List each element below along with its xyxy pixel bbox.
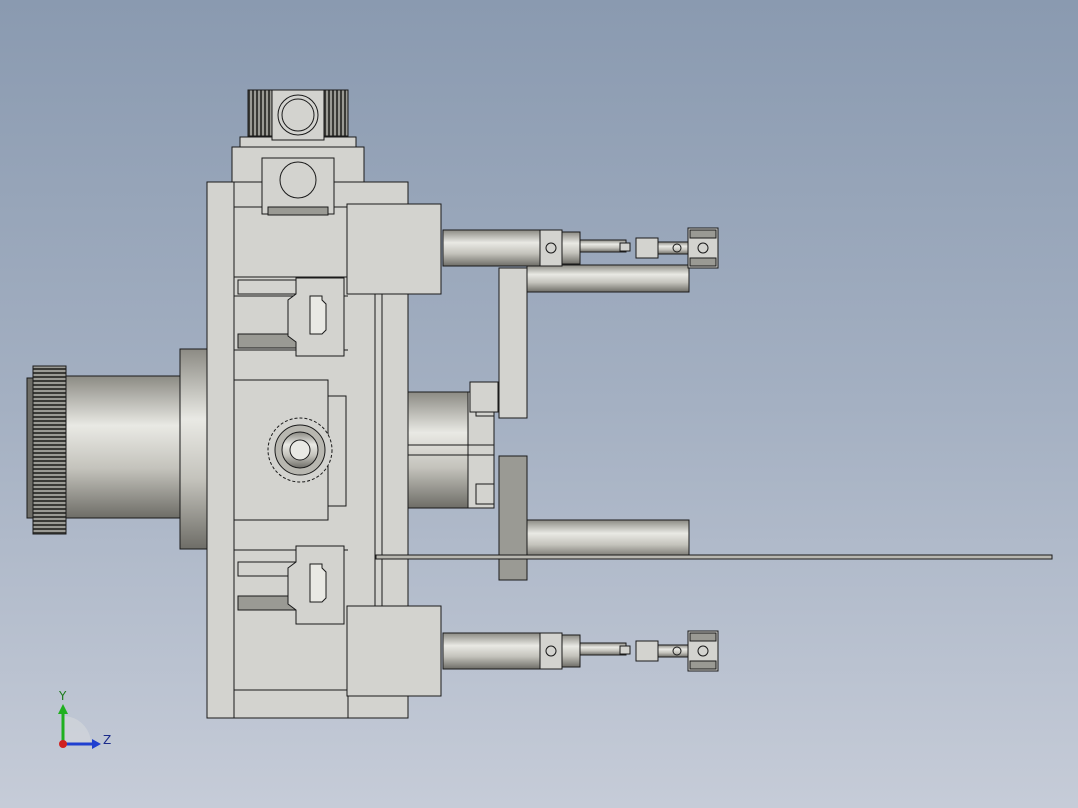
orientation-triad: Y Z bbox=[58, 689, 111, 749]
frame-top-bar bbox=[233, 206, 349, 278]
frame-bottom-bar bbox=[233, 689, 349, 719]
x-axis-dot bbox=[59, 740, 67, 748]
assembly-drawing[interactable]: Y Z bbox=[0, 0, 1078, 808]
upper-mount-block[interactable] bbox=[346, 203, 442, 295]
vertical-bracket[interactable] bbox=[498, 267, 528, 419]
y-axis-label: Y bbox=[58, 689, 67, 703]
guide-rod-upper[interactable] bbox=[526, 264, 690, 293]
z-axis-label: Z bbox=[103, 733, 111, 747]
air-cylinder-lower[interactable] bbox=[442, 630, 719, 672]
cad-viewport[interactable]: Y Z bbox=[0, 0, 1078, 808]
spindle-cylinder[interactable] bbox=[65, 375, 182, 519]
lower-mount-block[interactable] bbox=[346, 605, 442, 697]
air-cylinder-upper[interactable] bbox=[442, 227, 719, 269]
guide-rod-lower[interactable] bbox=[526, 519, 690, 559]
stop-block[interactable] bbox=[498, 455, 528, 581]
spindle-flange[interactable] bbox=[179, 348, 208, 550]
frame-inner-left bbox=[206, 181, 235, 719]
ejector-pin[interactable] bbox=[375, 554, 1053, 560]
drive-gear[interactable] bbox=[26, 365, 67, 535]
bearing-housing[interactable] bbox=[233, 379, 347, 521]
